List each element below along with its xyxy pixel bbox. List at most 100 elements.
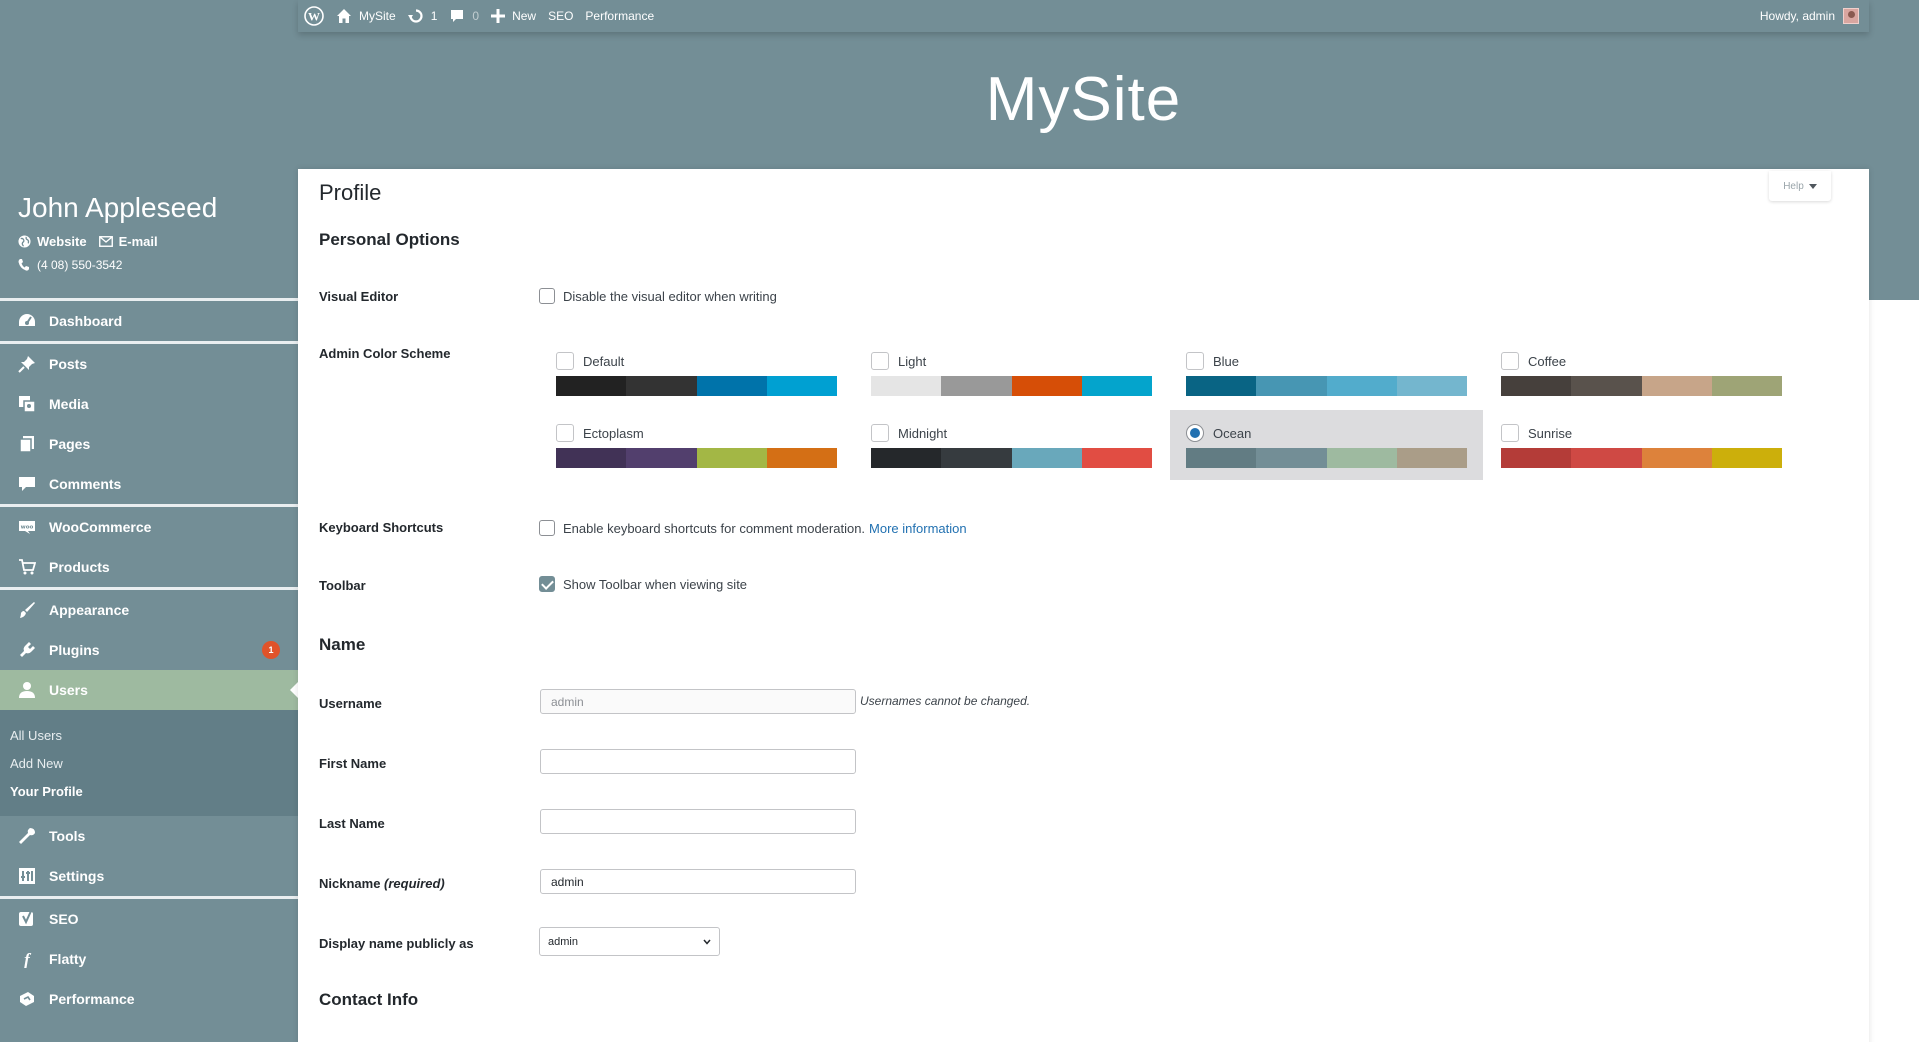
svg-text:W: W [308,10,320,24]
color-swatch [1186,376,1257,396]
color-scheme-name: Sunrise [1528,425,1573,441]
color-swatch [1011,376,1082,396]
wordpress-logo-button[interactable]: W [298,0,330,32]
color-scheme-option[interactable]: Coffee [1485,338,1798,408]
site-name-link[interactable]: MySite [330,0,402,32]
color-swatch [1711,448,1782,468]
color-swatch [1256,448,1327,468]
menu-item-comments[interactable]: Comments [0,464,298,504]
submenu-all-users[interactable]: All Users [0,722,298,750]
nickname-label: Nickname (required) [319,876,445,891]
new-content-link[interactable]: New [485,0,542,32]
color-scheme-option[interactable]: Light [855,338,1168,408]
media-icon [18,395,36,413]
color-scheme-option[interactable]: Midnight [855,410,1168,480]
menu-item-tools[interactable]: Tools [0,816,298,856]
phone-number: (4 08) 550-3542 [37,258,123,272]
color-swatches [1501,448,1782,468]
plug-icon [18,641,36,659]
last-name-label: Last Name [319,816,385,831]
color-scheme-header: Light [871,352,1152,370]
color-scheme-header: Midnight [871,424,1152,442]
color-swatch [1326,448,1397,468]
performance-link[interactable]: Performance [579,0,660,32]
color-scheme-option[interactable]: Blue [1170,338,1483,408]
more-information-link[interactable]: More information [869,521,967,536]
comments-count: 0 [472,9,480,23]
comment-bubble-icon [451,10,464,22]
color-scheme-option[interactable]: Ectoplasm [540,410,853,480]
menu-item-settings[interactable]: Settings [0,856,298,896]
menu-item-performance[interactable]: Performance [0,979,298,1019]
menu-item-flatty[interactable]: f Flatty [0,939,298,979]
color-swatch [1396,376,1467,396]
show-toolbar-checkbox[interactable] [539,576,555,592]
menu-item-users[interactable]: Users [0,670,298,710]
seo-link[interactable]: SEO [542,0,579,32]
menu-item-plugins[interactable]: Plugins 1 [0,630,298,670]
last-name-input[interactable] [540,809,856,834]
updates-link[interactable]: 1 [402,0,444,32]
menu-item-media[interactable]: Media [0,384,298,424]
color-swatch [766,376,837,396]
menu-label-dashboard: Dashboard [49,313,123,329]
keyboard-shortcuts-checkbox[interactable] [539,520,555,536]
username-input[interactable]: admin [540,689,856,714]
color-scheme-radio[interactable] [556,352,574,370]
menu-label-woocommerce: WooCommerce [49,519,152,535]
color-swatch [1186,448,1257,468]
menu-item-appearance[interactable]: Appearance [0,590,298,630]
color-scheme-radio[interactable] [1186,352,1204,370]
color-scheme-radio[interactable] [871,352,889,370]
svg-text:woo: woo [21,525,34,531]
color-scheme-radio[interactable] [871,424,889,442]
menu-item-posts[interactable]: Posts [0,344,298,384]
howdy-greeting: Howdy, admin [1759,9,1835,23]
color-scheme-name: Blue [1213,353,1240,369]
menu-label-pages: Pages [49,436,91,452]
menu-label-posts: Posts [49,356,88,372]
color-swatch [1501,448,1572,468]
menu-item-products[interactable]: Products [0,547,298,587]
color-scheme-radio[interactable] [556,424,574,442]
color-scheme-option[interactable]: Sunrise [1485,410,1798,480]
color-scheme-option[interactable]: Default [540,338,853,408]
submenu-your-profile[interactable]: Your Profile [0,778,298,806]
color-swatch [1396,448,1467,468]
color-scheme-option[interactable]: Ocean [1170,410,1483,480]
visual-editor-checkbox[interactable] [539,288,555,304]
comments-link[interactable]: 0 [443,0,485,32]
color-scheme-radio[interactable] [1501,424,1519,442]
display-name-select[interactable]: admin [539,927,720,956]
home-icon [337,9,351,23]
menu-item-woocommerce[interactable]: woo WooCommerce [0,507,298,547]
my-account-link[interactable]: Howdy, admin [1754,0,1869,32]
username-label: Username [319,696,382,711]
show-toolbar-text: Show Toolbar when viewing site [563,576,748,592]
menu-item-pages[interactable]: Pages [0,424,298,464]
color-swatch [1641,448,1712,468]
menu-item-seo[interactable]: SEO [0,899,298,939]
color-scheme-radio[interactable] [1501,352,1519,370]
settings-sliders-icon [18,867,36,885]
updates-icon [407,9,423,23]
first-name-input[interactable] [540,749,856,774]
color-swatches [871,376,1152,396]
pages-icon [18,435,36,453]
email-link[interactable]: E-mail [98,234,158,249]
color-swatch [766,448,837,468]
comment-icon [18,475,36,493]
menu-label-settings: Settings [49,868,105,884]
help-tab-button[interactable]: Help [1769,171,1831,201]
envelope-icon [98,236,113,247]
color-swatch [1641,376,1712,396]
menu-item-dashboard[interactable]: Dashboard [0,301,298,341]
submenu-add-new[interactable]: Add New [0,750,298,778]
color-swatch [1081,376,1152,396]
nickname-input[interactable]: admin [540,869,856,894]
color-swatches [1186,448,1467,468]
name-heading: Name [319,635,366,654]
website-link[interactable]: Website [18,234,87,249]
visual-editor-label: Visual Editor [319,289,399,304]
color-scheme-radio[interactable] [1186,424,1204,442]
